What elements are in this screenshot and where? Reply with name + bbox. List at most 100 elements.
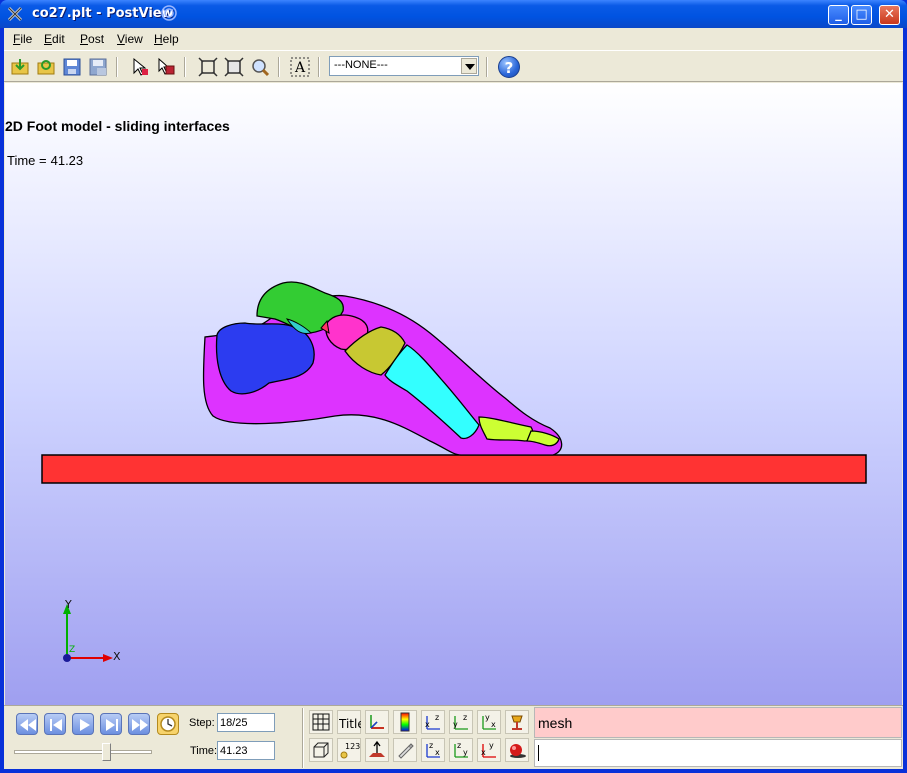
rewind-button[interactable] xyxy=(16,713,38,735)
fast-forward-icon xyxy=(132,719,148,731)
normal-icon xyxy=(369,740,385,757)
time-field[interactable] xyxy=(217,741,275,760)
svg-text:Title: Title xyxy=(339,717,361,731)
svg-text:x: x xyxy=(425,720,430,729)
z-axis-label: Z xyxy=(69,645,75,655)
rewind-icon xyxy=(20,719,36,731)
edit-toggle-button[interactable] xyxy=(393,738,417,762)
light-icon xyxy=(511,715,523,730)
axes-toggle-button[interactable] xyxy=(365,710,389,734)
help-button[interactable]: ? xyxy=(498,56,520,78)
axis-triad: Y Z X xyxy=(63,598,121,663)
view-yx-button[interactable]: yx xyxy=(477,710,501,734)
render-toggle-button[interactable] xyxy=(505,738,529,762)
svg-text:A: A xyxy=(294,60,306,76)
slider-thumb[interactable] xyxy=(102,743,111,761)
box-icon xyxy=(313,742,329,758)
graphics-viewport[interactable]: 2D Foot model - sliding interfaces Time … xyxy=(5,83,902,705)
zoom-extents-icon[interactable] xyxy=(198,57,218,77)
svg-text:x: x xyxy=(435,748,440,757)
svg-text:x: x xyxy=(481,748,486,757)
title-bar[interactable]: co27.plt - PostView _ □ ✕ xyxy=(0,0,907,28)
play-button[interactable] xyxy=(72,713,94,735)
svg-text:y: y xyxy=(489,741,494,750)
toolbar-separator xyxy=(318,57,320,77)
toolbar-separator xyxy=(184,57,186,77)
selection-dropdown[interactable]: ---NONE--- xyxy=(329,56,479,76)
view-yz-button[interactable]: yz xyxy=(449,710,473,734)
save-as-icon[interactable] xyxy=(88,57,108,77)
dropdown-value: ---NONE--- xyxy=(334,59,388,71)
command-input[interactable] xyxy=(534,739,902,767)
title-toggle-button[interactable]: Title xyxy=(337,710,361,734)
toolbar-separator xyxy=(486,57,488,77)
maximize-button[interactable]: □ xyxy=(851,5,872,25)
svg-text:z: z xyxy=(457,741,461,750)
menu-file[interactable]: File xyxy=(13,32,32,46)
svg-text:123: 123 xyxy=(345,742,360,751)
menu-help[interactable]: Help xyxy=(154,32,179,46)
select-element-icon[interactable] xyxy=(156,57,176,77)
view-zy-button[interactable]: zy xyxy=(449,738,473,762)
menu-post[interactable]: Post xyxy=(80,32,104,46)
swirl-icon xyxy=(161,5,177,21)
step-label: Step: xyxy=(189,717,215,729)
zoom-icon[interactable] xyxy=(250,57,270,77)
view-xy-button[interactable]: xy xyxy=(477,738,501,762)
close-button[interactable]: ✕ xyxy=(879,5,900,25)
svg-text:x: x xyxy=(491,720,496,729)
zoom-select-icon[interactable] xyxy=(224,57,244,77)
bottom-panel: Step: Time: Title xz yz yx 123 zx zy xy xyxy=(4,705,903,769)
mesh-label: mesh xyxy=(538,715,573,731)
ground-plate xyxy=(41,454,867,484)
view-yz-icon: yz xyxy=(453,713,468,730)
normal-toggle-button[interactable] xyxy=(365,738,389,762)
panel-separator xyxy=(302,708,304,768)
svg-text:z: z xyxy=(463,713,467,722)
mesh-icon xyxy=(312,713,330,731)
play-icon xyxy=(80,719,90,731)
mesh-info-box: mesh xyxy=(534,707,902,738)
fast-forward-button[interactable] xyxy=(128,713,150,735)
select-icon[interactable] xyxy=(130,57,150,77)
main-toolbar: A ---NONE--- ? xyxy=(4,50,903,82)
box-toggle-button[interactable] xyxy=(309,738,333,762)
minimize-button[interactable]: _ xyxy=(828,5,849,25)
step-forward-icon xyxy=(106,719,118,731)
svg-text:z: z xyxy=(429,741,433,750)
clock-icon xyxy=(160,716,176,732)
view-zx-icon: zx xyxy=(426,741,440,758)
view-xz-button[interactable]: xz xyxy=(421,710,445,734)
text-tool-icon[interactable]: A xyxy=(290,57,310,77)
view-zy-icon: zy xyxy=(454,741,468,758)
labels-toggle-button[interactable]: 123 xyxy=(337,738,361,762)
step-back-button[interactable] xyxy=(44,713,66,735)
toolbar-separator xyxy=(116,57,118,77)
menu-edit[interactable]: Edit xyxy=(44,32,65,46)
light-toggle-button[interactable] xyxy=(505,710,529,734)
menu-bar: File Edit Post View Help xyxy=(4,28,903,50)
window-title: co27.plt - PostView xyxy=(32,6,174,21)
svg-text:y: y xyxy=(453,720,458,729)
step-forward-button[interactable] xyxy=(100,713,122,735)
view-zx-button[interactable]: zx xyxy=(421,738,445,762)
labels-icon: 123 xyxy=(340,742,360,759)
time-settings-button[interactable] xyxy=(157,713,179,735)
open-folder-icon[interactable] xyxy=(10,57,30,77)
svg-text:z: z xyxy=(435,713,439,722)
app-icon xyxy=(7,6,23,22)
svg-text:y: y xyxy=(463,748,468,757)
chevron-down-icon[interactable] xyxy=(461,58,477,74)
mesh-toggle-button[interactable] xyxy=(309,710,333,734)
step-field[interactable] xyxy=(217,713,275,732)
color-bar-button[interactable] xyxy=(393,710,417,734)
render-icon xyxy=(510,744,526,758)
reload-icon[interactable] xyxy=(36,57,56,77)
foot-model xyxy=(41,281,867,484)
menu-view[interactable]: View xyxy=(117,32,143,46)
save-icon[interactable] xyxy=(62,57,82,77)
view-xy-icon: xy xyxy=(481,741,496,758)
time-slider[interactable] xyxy=(14,743,152,761)
edit-icon xyxy=(398,743,414,759)
view-xz-icon: xz xyxy=(425,713,440,730)
